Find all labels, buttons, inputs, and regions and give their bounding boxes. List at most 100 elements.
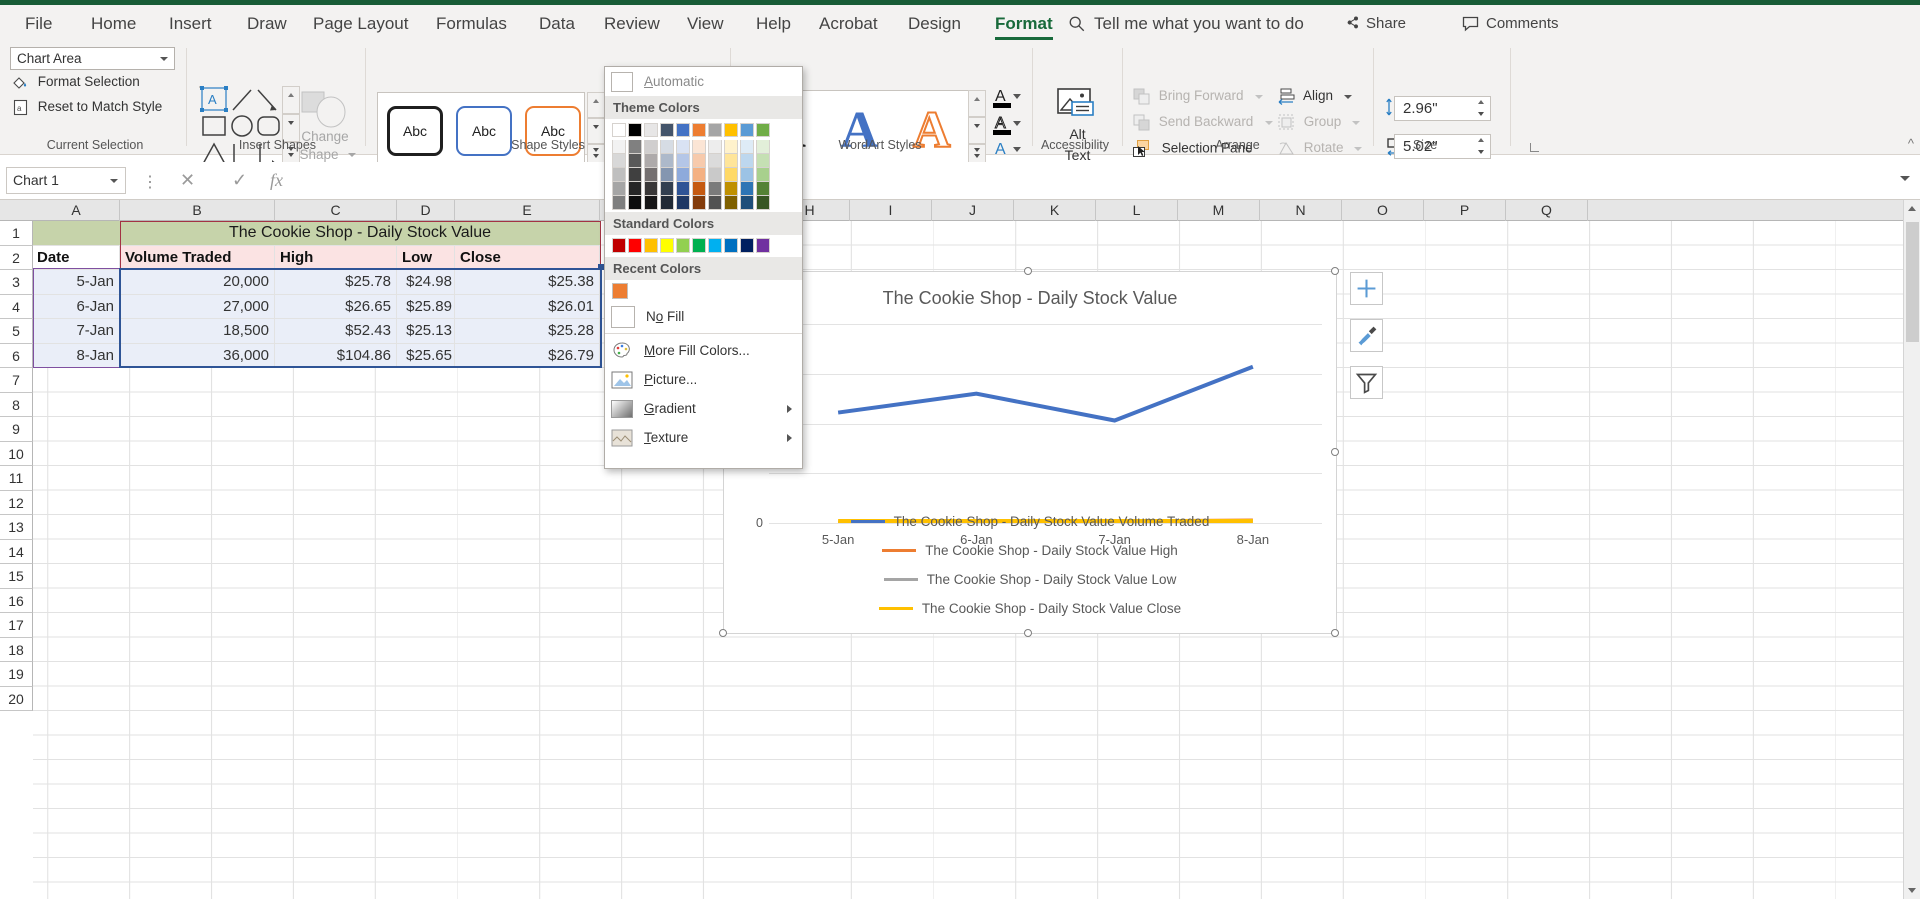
wordart-scroll-down-button[interactable] (968, 117, 986, 144)
chart-handle-bottom-left[interactable] (719, 629, 727, 637)
shape-styles-gallery[interactable]: Abc Abc Abc (377, 92, 585, 170)
row-header-16[interactable]: 16 (0, 588, 33, 613)
theme-color-swatch[interactable] (708, 168, 722, 182)
legend-item[interactable]: The Cookie Shop - Daily Stock Value High (724, 536, 1336, 565)
standard-color-swatch[interactable] (644, 238, 658, 253)
tab-insert[interactable]: Insert (158, 5, 223, 42)
theme-color-swatch[interactable] (612, 140, 626, 154)
cell-d3[interactable]: $24.98 (397, 270, 455, 295)
column-header-l[interactable]: L (1096, 200, 1178, 221)
tab-help[interactable]: Help (745, 5, 802, 42)
column-header-m[interactable]: M (1178, 200, 1260, 221)
chart-element-select[interactable]: Chart Area (10, 47, 175, 70)
shapes-scroll-up-button[interactable] (282, 86, 300, 114)
theme-color-swatch[interactable] (612, 154, 626, 168)
theme-color-column-8[interactable] (740, 123, 754, 210)
tab-home[interactable]: Home (80, 5, 147, 42)
wordart-scroll-up-button[interactable] (968, 90, 986, 117)
theme-color-swatch[interactable] (612, 168, 626, 182)
theme-color-swatch[interactable] (740, 196, 754, 210)
chart-object[interactable]: The Cookie Shop - Daily Stock Value 0 5-… (723, 271, 1337, 634)
ribbon-collapse-button[interactable]: ^ (1908, 136, 1914, 151)
chart-handle-middle-right[interactable] (1331, 448, 1339, 456)
tab-review[interactable]: Review (593, 5, 671, 42)
theme-color-swatch[interactable] (692, 196, 706, 210)
theme-color-swatch[interactable] (644, 123, 658, 137)
row-header-18[interactable]: 18 (0, 637, 33, 662)
cell-d5[interactable]: $25.13 (397, 319, 455, 344)
scroll-up-arrow[interactable] (1908, 206, 1916, 211)
text-outline-icon[interactable]: A (991, 113, 1025, 137)
menu-item-more-fill-colors[interactable]: More Fill Colors... (605, 336, 802, 365)
theme-color-swatch[interactable] (692, 154, 706, 168)
theme-color-swatch[interactable] (628, 154, 642, 168)
theme-color-swatch[interactable] (612, 196, 626, 210)
row-header-1[interactable]: 1 (0, 221, 33, 246)
tab-formulas[interactable]: Formulas (425, 5, 518, 42)
cancel-formula-button[interactable]: ✕ (180, 170, 195, 191)
theme-color-swatch[interactable] (724, 140, 738, 154)
cell-b3[interactable]: 20,000 (120, 270, 275, 295)
cell-e3[interactable]: $25.38 (455, 270, 600, 295)
tell-me-box[interactable]: Tell me what you want to do (1094, 5, 1304, 42)
menu-item-no-fill[interactable]: No Fill (605, 302, 802, 331)
cell-c3[interactable]: $25.78 (275, 270, 397, 295)
theme-color-swatch[interactable] (692, 140, 706, 154)
cell-e4[interactable]: $26.01 (455, 294, 600, 319)
chart-legend[interactable]: The Cookie Shop - Daily Stock Value Volu… (724, 507, 1336, 623)
theme-color-swatch[interactable] (628, 123, 642, 137)
theme-color-column-2[interactable] (644, 123, 658, 210)
theme-color-swatch[interactable] (676, 123, 690, 137)
theme-color-swatch[interactable] (740, 182, 754, 196)
cell-c5[interactable]: $52.43 (275, 319, 397, 344)
legend-item[interactable]: The Cookie Shop - Daily Stock Value Low (724, 565, 1336, 594)
column-header-b[interactable]: B (120, 200, 275, 221)
theme-color-swatch[interactable] (692, 168, 706, 182)
theme-color-column-4[interactable] (676, 123, 690, 210)
cell-d2[interactable]: Low (397, 245, 455, 270)
theme-color-swatch[interactable] (676, 168, 690, 182)
row-header-4[interactable]: 4 (0, 294, 33, 319)
theme-color-swatch[interactable] (628, 140, 642, 154)
theme-color-swatch[interactable] (692, 182, 706, 196)
column-header-c[interactable]: C (275, 200, 397, 221)
theme-color-swatch[interactable] (724, 182, 738, 196)
theme-color-swatch[interactable] (628, 168, 642, 182)
standard-colors-row[interactable] (605, 235, 802, 257)
recent-colors-row[interactable] (605, 280, 802, 302)
theme-color-swatch[interactable] (660, 123, 674, 137)
cell-b2[interactable]: Volume Traded (120, 245, 275, 270)
standard-color-swatch[interactable] (756, 238, 770, 253)
theme-color-swatch[interactable] (628, 182, 642, 196)
row-header-11[interactable]: 11 (0, 466, 33, 491)
format-selection-button[interactable]: Format Selection (12, 74, 140, 91)
insert-function-button[interactable]: fx (270, 170, 283, 191)
shape-height-stepper-down[interactable] (1472, 109, 1490, 121)
theme-color-swatch[interactable] (724, 123, 738, 137)
theme-color-swatch[interactable] (724, 154, 738, 168)
theme-color-swatch[interactable] (644, 154, 658, 168)
row-header-6[interactable]: 6 (0, 343, 33, 368)
standard-color-swatch[interactable] (692, 238, 706, 253)
theme-color-swatch[interactable] (660, 154, 674, 168)
enter-formula-button[interactable]: ✓ (232, 170, 247, 191)
standard-color-swatch[interactable] (660, 238, 674, 253)
column-header-n[interactable]: N (1260, 200, 1342, 221)
vertical-scrollbar[interactable] (1903, 200, 1920, 899)
standard-color-swatch[interactable] (676, 238, 690, 253)
column-header-k[interactable]: K (1014, 200, 1096, 221)
theme-color-swatch[interactable] (708, 123, 722, 137)
menu-item-gradient[interactable]: Gradient (605, 394, 802, 423)
theme-colors-grid[interactable] (605, 119, 802, 212)
theme-color-swatch[interactable] (676, 182, 690, 196)
styles-scroll-up-button[interactable] (587, 92, 605, 118)
vertical-scroll-thumb[interactable] (1906, 222, 1919, 342)
standard-color-swatch[interactable] (708, 238, 722, 253)
row-header-2[interactable]: 2 (0, 245, 33, 270)
column-header-a[interactable]: A (33, 200, 120, 221)
theme-color-swatch[interactable] (612, 123, 626, 137)
chart-handle-bottom-right[interactable] (1331, 629, 1339, 637)
cell-b1-title[interactable]: The Cookie Shop - Daily Stock Value (120, 221, 600, 246)
cell-c4[interactable]: $26.65 (275, 294, 397, 319)
standard-color-swatch[interactable] (740, 238, 754, 253)
